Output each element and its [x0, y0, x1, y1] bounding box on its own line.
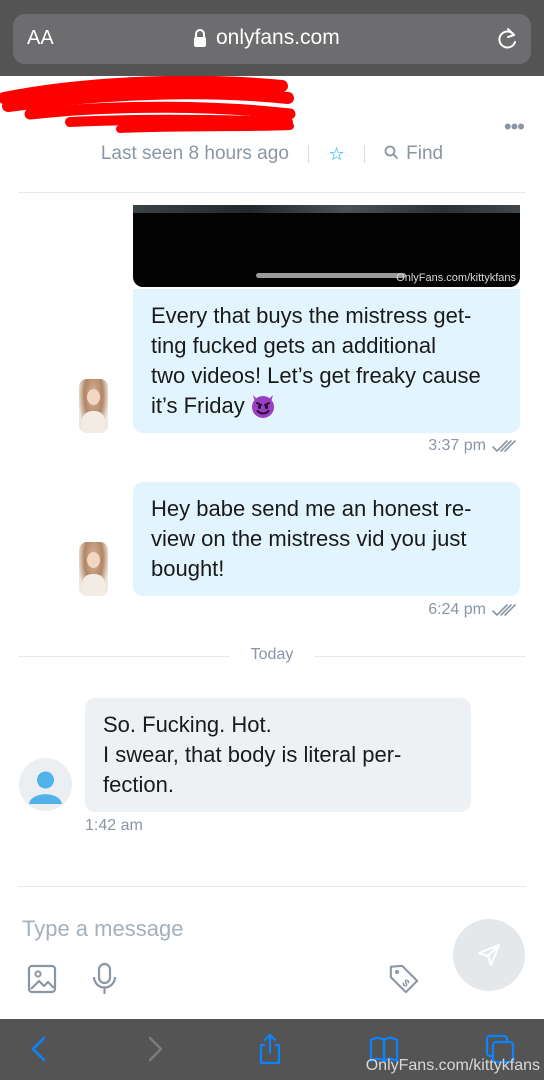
composer-divider: [18, 886, 526, 887]
default-user-icon: [29, 771, 62, 804]
status-row: Last seen 8 hours ago ☆ Find: [0, 143, 544, 171]
message-bubble-incoming[interactable]: So. Fucking. Hot. I swear, that body is …: [85, 698, 471, 812]
text-size-label: AA: [27, 27, 54, 49]
share-icon[interactable]: [254, 1033, 286, 1065]
read-double-check-icon: [492, 440, 516, 452]
message-line: two videos! Let’s get freaky cause: [151, 363, 481, 388]
video-progress-bar[interactable]: [256, 273, 406, 278]
forward-chevron-icon[interactable]: [138, 1033, 170, 1065]
message-timestamp: 6:24 pm: [428, 601, 518, 619]
message-line: Every that buys the mistress get-: [151, 303, 472, 328]
avatar-face: [87, 552, 100, 568]
message-bubble-outgoing[interactable]: Every that buys the mistress get- ting f…: [133, 289, 520, 433]
message-line: So. Fucking. Hot.: [103, 712, 272, 737]
address-bar[interactable]: AA onlyfans.com: [13, 14, 531, 64]
media-watermark: OnlyFans.com/kittykfans: [396, 272, 516, 284]
sender-avatar-thumbnail[interactable]: [79, 542, 108, 596]
more-options-icon[interactable]: •••: [504, 114, 525, 140]
smiling-devil-emoji-icon: [251, 395, 274, 418]
message-bubble-outgoing[interactable]: Hey babe send me an honest re- view on t…: [133, 482, 520, 596]
message-line: ting fucked gets an additional: [151, 333, 436, 358]
send-button[interactable]: [453, 919, 525, 991]
sender-avatar-thumbnail[interactable]: [79, 379, 108, 433]
read-double-check-icon: [492, 604, 516, 616]
message-timestamp: 3:37 pm: [428, 437, 518, 455]
search-icon: [384, 145, 399, 159]
message-line: view on the mistress vid you just: [151, 526, 467, 551]
price-tag-icon[interactable]: $: [388, 962, 420, 996]
timestamp-text: 6:24 pm: [428, 601, 486, 618]
browser-top-bar: AA onlyfans.com: [0, 0, 544, 76]
lock-icon: [194, 29, 206, 47]
avatar-face: [87, 389, 100, 405]
timestamp-text: 3:37 pm: [428, 437, 486, 454]
divider: [363, 145, 365, 164]
send-icon: [478, 944, 500, 966]
message-input[interactable]: [22, 912, 422, 946]
bottom-watermark: OnlyFans.com/kittykfans: [365, 1057, 540, 1074]
back-chevron-icon[interactable]: [24, 1033, 56, 1065]
redaction-scribble: [0, 76, 296, 133]
message-line: Hey babe send me an honest re-: [151, 496, 472, 521]
header-divider: [18, 192, 526, 193]
date-divider-label: Today: [250, 646, 294, 663]
avatar-body: [82, 574, 105, 596]
message-timestamp: 1:42 am: [85, 817, 143, 834]
image-upload-icon[interactable]: [27, 962, 59, 996]
last-seen-text: Last seen 8 hours ago: [100, 143, 289, 165]
message-line: bought!: [151, 556, 225, 581]
video-frame-strip: [133, 205, 520, 213]
find-label: Find: [406, 143, 444, 164]
message-line: fection.: [103, 772, 174, 797]
text-size-button[interactable]: AA: [27, 27, 54, 50]
favorite-star-icon[interactable]: ☆: [328, 144, 344, 165]
microphone-icon[interactable]: [89, 962, 121, 996]
user-avatar[interactable]: [19, 758, 72, 811]
reload-icon[interactable]: [495, 26, 519, 52]
chat-header: ••• Last seen 8 hours ago ☆ Find: [0, 76, 544, 194]
find-button[interactable]: Find: [384, 143, 443, 165]
avatar-body: [82, 411, 105, 433]
message-line: I swear, that body is literal per-: [103, 742, 402, 767]
video-preview[interactable]: OnlyFans.com/kittykfans: [133, 205, 520, 287]
url-text: onlyfans.com: [216, 26, 340, 49]
divider: [308, 145, 310, 164]
message-line-last: it’s Friday: [151, 391, 502, 421]
message-line: it’s Friday: [151, 393, 245, 418]
